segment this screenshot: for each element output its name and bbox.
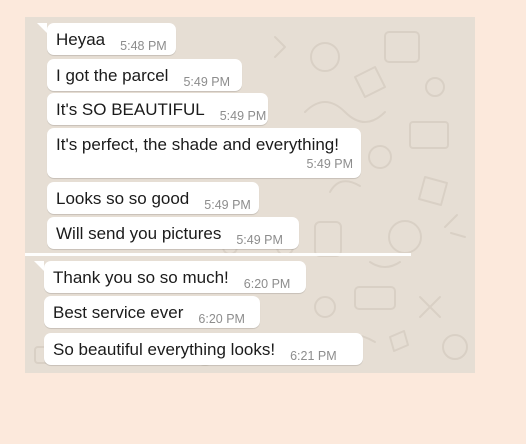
message-bubble[interactable]: It's perfect, the shade and everything! …	[47, 128, 361, 178]
message-timestamp: 5:49 PM	[183, 75, 231, 89]
message-text: I got the parcel	[56, 66, 169, 85]
bubble-tail	[34, 261, 44, 271]
message-text: It's perfect, the shade and everything!	[56, 135, 339, 154]
message-text: Thank you so so much!	[53, 268, 229, 287]
message-text: Will send you pictures	[56, 224, 222, 243]
message-bubble[interactable]: It's SO BEAUTIFUL 5:49 PM	[47, 93, 268, 125]
message-timestamp: 5:49 PM	[306, 157, 353, 171]
message-timestamp: 6:21 PM	[290, 349, 337, 363]
screenshot-divider	[25, 253, 411, 256]
message-timestamp: 5:49 PM	[219, 109, 267, 123]
message-text: Looks so so good	[56, 189, 190, 208]
message-text: Heyaa	[56, 30, 106, 49]
message-bubble[interactable]: Best service ever 6:20 PM	[44, 296, 260, 328]
message-text: Best service ever	[53, 303, 184, 322]
message-bubble[interactable]: I got the parcel 5:49 PM	[47, 59, 242, 91]
bubble-tail	[37, 23, 47, 33]
message-bubble[interactable]: Thank you so so much! 6:20 PM	[44, 261, 306, 293]
message-bubble[interactable]: Looks so so good 5:49 PM	[47, 182, 259, 214]
message-bubble[interactable]: Heyaa 5:48 PM	[47, 23, 176, 55]
message-bubble[interactable]: So beautiful everything looks! 6:21 PM	[44, 333, 363, 365]
message-timestamp: 5:49 PM	[236, 233, 283, 247]
message-bubble[interactable]: Will send you pictures 5:49 PM	[47, 217, 299, 249]
message-timestamp: 5:49 PM	[204, 198, 251, 212]
message-timestamp: 6:20 PM	[243, 277, 291, 291]
message-timestamp: 6:20 PM	[198, 312, 245, 326]
message-text: So beautiful everything looks!	[53, 340, 276, 359]
message-timestamp: 5:48 PM	[120, 39, 167, 53]
message-text: It's SO BEAUTIFUL	[56, 100, 205, 119]
